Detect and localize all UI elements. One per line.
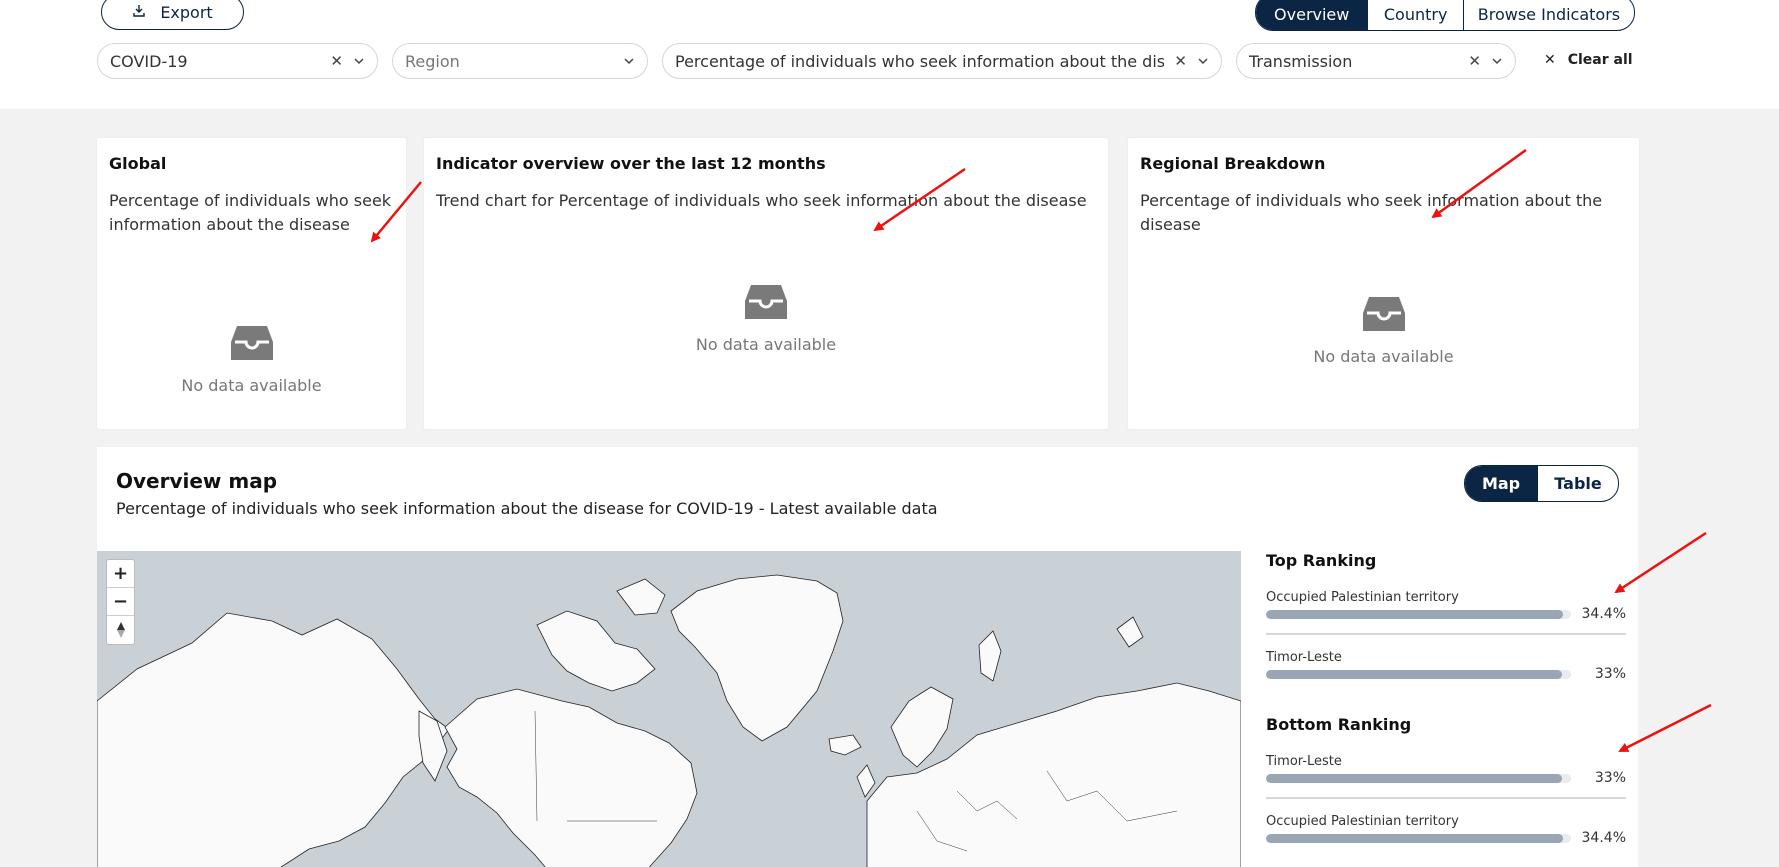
inbox-icon (1362, 297, 1405, 331)
ranking-row: Occupied Palestinian territory 34.4% (1266, 806, 1626, 866)
ranking-country-name: Timor-Leste (1266, 754, 1342, 769)
chevron-down-icon[interactable] (1491, 55, 1503, 67)
bottom-ranking-panel: Bottom Ranking Timor-Leste 33% Occupied … (1266, 715, 1626, 866)
trend-card: Indicator overview over the last 12 mont… (424, 138, 1108, 429)
ranking-bar-fill (1266, 610, 1564, 619)
regional-desc-line-2: disease (1140, 215, 1201, 234)
top-ranking-title: Top Ranking (1266, 551, 1377, 570)
landmass-kamchatka (418, 710, 448, 782)
regional-desc-line-1: Percentage of individuals who seek infor… (1140, 191, 1603, 210)
global-card-description: Percentage of individuals who seek infor… (109, 189, 391, 237)
view-nav-tabs: Overview Country Browse Indicators (1255, 0, 1635, 31)
regional-card-title: Regional Breakdown (1140, 154, 1326, 173)
clear-all-label: Clear all (1567, 52, 1633, 68)
ranking-bar-fill (1266, 670, 1562, 679)
landmass-iceland (828, 734, 862, 756)
region-placeholder: Region (405, 51, 460, 71)
category-value: Transmission (1249, 51, 1353, 71)
world-map-canvas[interactable] (97, 551, 1241, 867)
global-desc-line-1: Percentage of individuals who seek (109, 191, 392, 210)
clear-disease-icon[interactable]: ✕ (330, 52, 343, 70)
regional-card-description: Percentage of individuals who seek infor… (1140, 189, 1602, 237)
global-empty-state: No data available (97, 324, 406, 395)
zoom-controls: + − (106, 559, 135, 645)
ranking-bar-fill (1266, 774, 1562, 783)
landmass-asia-left (97, 612, 450, 867)
global-empty-text: No data available (181, 376, 322, 395)
landmass-scandinavia (890, 686, 954, 768)
map-landmasses (97, 574, 1241, 867)
bottom-ranking-title: Bottom Ranking (1266, 715, 1412, 734)
ranking-value: 33% (1594, 666, 1626, 682)
ranking-bar-track (1266, 670, 1571, 679)
ranking-value: 34.4% (1581, 830, 1626, 846)
divider (1266, 797, 1626, 799)
regional-empty-state: No data available (1128, 295, 1639, 366)
map-section-title: Overview map (116, 469, 278, 493)
ranking-row: Timor-Leste 33% (1266, 642, 1626, 702)
export-button[interactable]: Export (101, 0, 244, 30)
ranking-value: 34.4% (1581, 606, 1626, 622)
chevron-down-icon[interactable] (353, 55, 365, 67)
inbox-icon (230, 326, 273, 360)
global-card: Global Percentage of individuals who see… (97, 138, 406, 429)
clear-indicator-icon[interactable]: ✕ (1174, 52, 1187, 70)
ranking-country-name: Timor-Leste (1266, 650, 1342, 665)
tab-map[interactable]: Map (1465, 466, 1538, 501)
clear-all-button[interactable]: ✕ Clear all (1544, 52, 1633, 68)
tab-table[interactable]: Table (1537, 466, 1618, 501)
divider (1266, 633, 1626, 635)
zoom-in-button[interactable]: + (107, 560, 134, 588)
world-map[interactable]: + − (97, 551, 1241, 867)
ranking-row: Timor-Leste 33% (1266, 746, 1626, 806)
disease-select[interactable]: COVID-19 ✕ (97, 43, 378, 79)
ranking-bar-fill (1266, 834, 1564, 843)
zoom-out-button[interactable]: − (107, 588, 134, 616)
clear-category-icon[interactable]: ✕ (1468, 52, 1481, 70)
close-icon: ✕ (1544, 52, 1556, 68)
trend-empty-text: No data available (695, 335, 837, 354)
landmass-arctic-island (616, 578, 666, 616)
top-ranking-panel: Top Ranking Occupied Palestinian territo… (1266, 551, 1626, 702)
reset-north-button[interactable] (107, 616, 134, 644)
global-card-title: Global (109, 154, 167, 173)
map-table-toggle: Map Table (1464, 465, 1619, 502)
map-section-subtitle: Percentage of individuals who seek infor… (116, 499, 938, 518)
landmass-novaya-zemlya (978, 630, 1002, 682)
ranking-country-name: Occupied Palestinian territory (1266, 814, 1459, 829)
ranking-bar-track (1266, 610, 1571, 619)
ranking-bar-track (1266, 774, 1571, 783)
trend-card-description: Trend chart for Percentage of individual… (436, 191, 1087, 210)
trend-card-title: Indicator overview over the last 12 mont… (436, 154, 826, 173)
landmass-greenland (670, 574, 844, 742)
disease-value: COVID-19 (110, 51, 188, 71)
region-select[interactable]: Region (392, 43, 648, 79)
chevron-down-icon[interactable] (623, 55, 635, 67)
overview-map-card: Overview map Percentage of individuals w… (97, 447, 1638, 867)
ranking-bar-track (1266, 834, 1571, 843)
ranking-value: 33% (1594, 770, 1626, 786)
chevron-down-icon[interactable] (1197, 55, 1209, 67)
inbox-icon (745, 285, 787, 319)
tab-browse-indicators[interactable]: Browse Indicators (1462, 0, 1634, 30)
landmass-siberian-island (1116, 616, 1144, 648)
export-label: Export (160, 2, 213, 22)
landmass-north-america (444, 688, 698, 867)
trend-empty-state: No data available (424, 283, 1108, 354)
ranking-country-name: Occupied Palestinian territory (1266, 590, 1459, 605)
global-desc-line-2: information about the disease (109, 215, 350, 234)
category-select[interactable]: Transmission ✕ (1236, 43, 1516, 79)
regional-card: Regional Breakdown Percentage of individ… (1128, 138, 1639, 429)
landmass-britain (856, 764, 876, 798)
indicator-select[interactable]: Percentage of individuals who seek infor… (662, 43, 1222, 79)
tab-overview[interactable]: Overview (1256, 0, 1368, 30)
indicator-value: Percentage of individuals who seek infor… (675, 51, 1165, 71)
top-filter-bar: Export Overview Country Browse Indicator… (0, 0, 1779, 109)
tab-country[interactable]: Country (1367, 0, 1463, 30)
ranking-row: Occupied Palestinian territory 34.4% (1266, 582, 1626, 642)
regional-empty-text: No data available (1313, 347, 1454, 366)
landmass-canadian-arctic (536, 610, 656, 692)
download-icon (132, 3, 146, 22)
compass-icon (116, 622, 125, 638)
